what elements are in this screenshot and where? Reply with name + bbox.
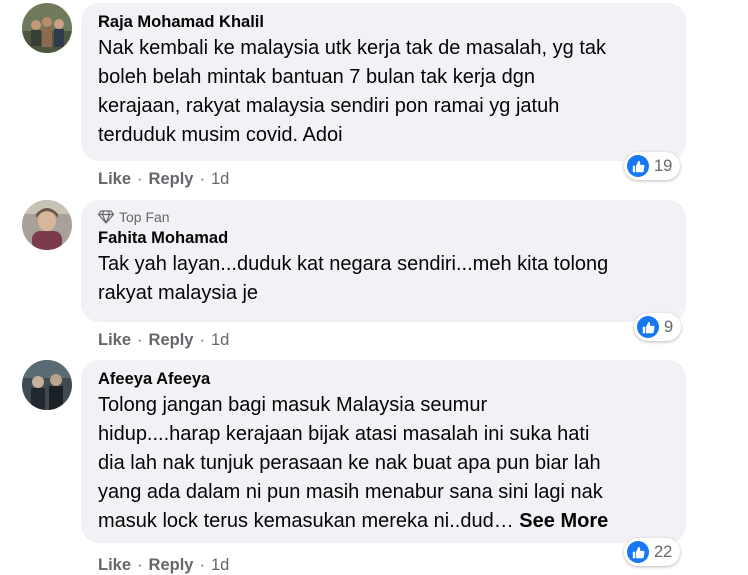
see-more-link[interactable]: See More <box>519 510 608 532</box>
reply-button[interactable]: Reply <box>149 170 194 189</box>
top-fan-badge: Top Fan <box>98 209 669 225</box>
comment-line: dia lah nak tunjuk perasaan ke nak buat … <box>98 452 601 474</box>
avatar[interactable] <box>22 200 72 250</box>
comment-actions: Like · Reply · 1d <box>98 170 229 189</box>
reaction-count-button[interactable]: 22 <box>624 538 681 566</box>
thumbs-up-icon <box>627 541 649 563</box>
like-button[interactable]: Like <box>98 331 131 350</box>
comment-line: Nak kembali ke malaysia utk kerja tak de… <box>98 37 606 59</box>
comment-line: terduduk musim covid. Adoi <box>98 124 343 146</box>
separator: · <box>137 556 143 574</box>
separator: · <box>199 170 205 188</box>
comment-actions: Like · Reply · 1d <box>98 331 229 350</box>
reaction-count: 22 <box>654 542 673 561</box>
comment-text: Nak kembali ke malaysia utk kerja tak de… <box>98 34 669 150</box>
thumbs-up-icon <box>627 155 649 177</box>
comment-line: masuk lock terus kemasukan mereka ni..du… <box>98 510 514 532</box>
like-button[interactable]: Like <box>98 170 131 189</box>
reaction-count: 19 <box>654 156 673 175</box>
comment-timestamp[interactable]: 1d <box>211 170 229 189</box>
comment-actions: Like · Reply · 1d <box>98 556 229 575</box>
comment-author[interactable]: Fahita Mohamad <box>98 228 669 248</box>
comment-text: Tolong jangan bagi masuk Malaysia seumur… <box>98 391 669 536</box>
comment-bubble: Raja Mohamad Khalil Nak kembali ke malay… <box>81 3 686 161</box>
comment-line: Tak yah layan...duduk kat negara sendiri… <box>98 253 609 275</box>
top-fan-label: Top Fan <box>119 209 170 225</box>
comment-line-last: masuk lock terus kemasukan mereka ni..du… <box>98 507 669 536</box>
avatar[interactable] <box>22 360 72 410</box>
comment-bubble: Afeeya Afeeya Tolong jangan bagi masuk M… <box>81 360 686 543</box>
comment-line: boleh belah mintak bantuan 7 bulan tak k… <box>98 66 535 88</box>
comment-line: yang ada dalam ni pun masih menabur sana… <box>98 481 603 503</box>
comment-timestamp[interactable]: 1d <box>211 556 229 575</box>
comment-line: kerajaan, rakyat malaysia sendiri pon ra… <box>98 95 560 117</box>
reply-button[interactable]: Reply <box>149 556 194 575</box>
reaction-count-button[interactable]: 9 <box>634 313 682 341</box>
comment-line: rakyat malaysia je <box>98 282 259 304</box>
comment-line: Tolong jangan bagi masuk Malaysia seumur <box>98 394 488 416</box>
separator: · <box>137 331 143 349</box>
separator: · <box>199 556 205 574</box>
reaction-count-button[interactable]: 19 <box>624 152 681 180</box>
comment-author[interactable]: Raja Mohamad Khalil <box>98 12 669 32</box>
comment-timestamp[interactable]: 1d <box>211 331 229 350</box>
like-button[interactable]: Like <box>98 556 131 575</box>
thumbs-up-icon <box>637 316 659 338</box>
comment-text: Tak yah layan...duduk kat negara sendiri… <box>98 250 669 308</box>
comment-line: hidup....harap kerajaan bijak atasi masa… <box>98 423 590 445</box>
reply-button[interactable]: Reply <box>149 331 194 350</box>
separator: · <box>199 331 205 349</box>
separator: · <box>137 170 143 188</box>
reaction-count: 9 <box>664 317 674 336</box>
comment-author[interactable]: Afeeya Afeeya <box>98 369 669 389</box>
comment-bubble: Top Fan Fahita Mohamad Tak yah layan...d… <box>81 200 686 322</box>
avatar[interactable] <box>22 3 72 53</box>
diamond-icon <box>98 210 114 224</box>
